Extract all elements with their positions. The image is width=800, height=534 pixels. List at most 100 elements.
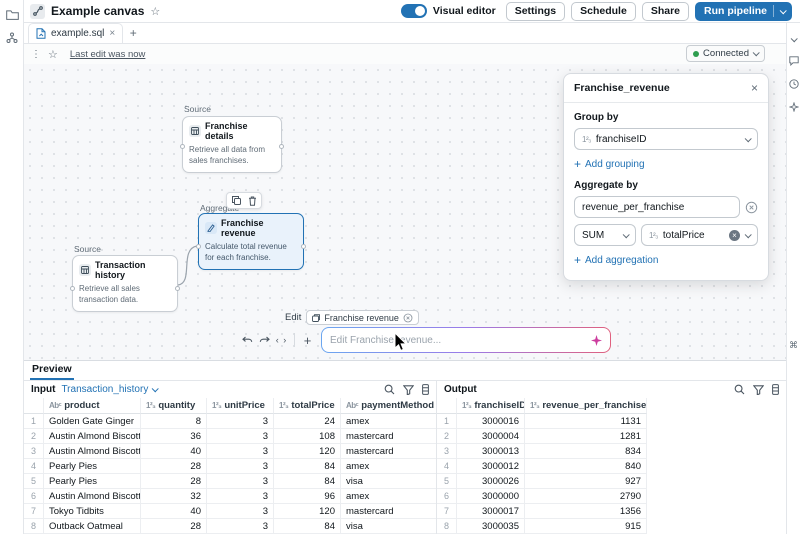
table-cell[interactable]: 96 [274, 489, 341, 504]
comments-icon[interactable] [787, 51, 800, 71]
table-cell[interactable]: 1356 [525, 504, 647, 519]
table-cell[interactable]: 3 [207, 444, 274, 459]
undo-icon[interactable] [240, 331, 255, 349]
table-cell[interactable]: Tokyo Tidbits [44, 504, 141, 519]
trash-icon[interactable] [245, 194, 259, 207]
table-cell[interactable]: Golden Gate Ginger [44, 414, 141, 429]
table-cell[interactable]: amex [341, 414, 436, 429]
table-cell[interactable]: mastercard [341, 444, 436, 459]
table-cell[interactable]: 3 [207, 429, 274, 444]
table-cell[interactable]: 915 [525, 519, 647, 534]
table-cell[interactable]: 3 [207, 489, 274, 504]
new-tab-button[interactable]: + [123, 23, 143, 43]
table-cell[interactable]: mastercard [341, 429, 436, 444]
table-cell[interactable]: 84 [274, 519, 341, 534]
file-star-icon[interactable]: ☆ [48, 48, 58, 61]
table-cell[interactable]: 3 [207, 459, 274, 474]
input-port[interactable] [196, 244, 201, 249]
table-cell[interactable]: Pearly Pies [44, 459, 141, 474]
column-header-franchiseID[interactable]: 1²₃franchiseID [457, 398, 525, 414]
table-cell[interactable]: visa [341, 519, 436, 534]
run-options-chevron-icon[interactable] [780, 7, 787, 14]
connected-status-pill[interactable]: Connected [686, 45, 765, 62]
visual-editor-toggle[interactable] [401, 4, 427, 18]
table-cell[interactable]: 3000035 [457, 519, 525, 534]
table-cell[interactable]: amex [341, 489, 436, 504]
table-cell[interactable]: Austin Almond Biscotti [44, 489, 141, 504]
output-port[interactable] [175, 286, 180, 291]
table-cell[interactable]: 3000012 [457, 459, 525, 474]
column-header-unitPrice[interactable]: 1²₃unitPrice [207, 398, 274, 414]
aggregate-name-input[interactable] [574, 196, 740, 218]
table-cell[interactable]: 3 [207, 519, 274, 534]
table-cell[interactable]: 28 [141, 519, 207, 534]
table-cell[interactable]: 3 [207, 414, 274, 429]
table-cell[interactable]: Outback Oatmeal [44, 519, 141, 534]
table-cell[interactable]: 32 [141, 489, 207, 504]
chip-remove-icon[interactable] [403, 313, 413, 323]
code-view-icon[interactable]: ‹ › [274, 331, 289, 349]
aggregate-column-select[interactable]: 1²₃ totalPrice × [641, 224, 758, 246]
pipeline-canvas[interactable]: Source Franchise details Retrieve all da… [24, 64, 786, 360]
table-cell[interactable]: 3 [207, 504, 274, 519]
table-cell[interactable]: 840 [525, 459, 647, 474]
tab-example-sql[interactable]: example.sql × [28, 23, 123, 43]
settings-button[interactable]: Settings [506, 2, 565, 21]
add-aggregation-link[interactable]: + Add aggregation [574, 254, 658, 266]
search-icon[interactable] [734, 384, 745, 395]
column-header-revenue_per_franchise[interactable]: 1²₃revenue_per_franchise [525, 398, 647, 414]
table-cell[interactable]: 3000004 [457, 429, 525, 444]
panel-close-icon[interactable]: × [751, 81, 758, 95]
share-button[interactable]: Share [642, 2, 689, 21]
output-port[interactable] [279, 144, 284, 149]
table-cell[interactable]: 28 [141, 459, 207, 474]
table-cell[interactable]: 28 [141, 474, 207, 489]
redo-icon[interactable] [257, 331, 272, 349]
table-cell[interactable]: 1281 [525, 429, 647, 444]
table-cell[interactable]: amex [341, 459, 436, 474]
column-header-product[interactable]: Abᶜproduct [44, 398, 141, 414]
schedule-button[interactable]: Schedule [571, 2, 636, 21]
output-port[interactable] [301, 244, 306, 249]
group-by-select[interactable]: 1²₃ franchiseID [574, 128, 758, 150]
add-step-button[interactable]: + [300, 331, 315, 349]
table-cell[interactable]: 40 [141, 504, 207, 519]
table-cell[interactable]: 2790 [525, 489, 647, 504]
run-pipeline-button[interactable]: Run pipeline [695, 2, 792, 21]
collapse-chevron-icon[interactable] [787, 29, 800, 49]
keyboard-shortcuts-icon[interactable]: ⌘ [787, 335, 800, 355]
table-cell[interactable]: 3000026 [457, 474, 525, 489]
table-cell[interactable]: Pearly Pies [44, 474, 141, 489]
edit-target-chip[interactable]: Franchise revenue [306, 310, 419, 325]
node-transaction-history[interactable]: Transaction history Retrieve all sales t… [72, 255, 178, 312]
table-options-icon[interactable] [772, 384, 779, 395]
folder-icon[interactable] [0, 4, 24, 26]
table-cell[interactable]: 84 [274, 459, 341, 474]
table-cell[interactable]: 84 [274, 474, 341, 489]
table-cell[interactable]: 3000017 [457, 504, 525, 519]
sparkle-icon[interactable] [591, 335, 602, 346]
table-cell[interactable]: visa [341, 474, 436, 489]
input-port[interactable] [180, 144, 185, 149]
table-cell[interactable]: 36 [141, 429, 207, 444]
table-cell[interactable]: 108 [274, 429, 341, 444]
aggregate-function-select[interactable]: SUM [574, 224, 636, 246]
node-franchise-details[interactable]: Franchise details Retrieve all data from… [182, 116, 282, 173]
table-cell[interactable]: 3000013 [457, 444, 525, 459]
table-options-icon[interactable] [422, 384, 429, 395]
add-grouping-link[interactable]: + Add grouping [574, 158, 645, 170]
table-cell[interactable]: 3000016 [457, 414, 525, 429]
remove-aggregation-icon[interactable] [745, 201, 758, 214]
last-edit-link[interactable]: Last edit was now [70, 49, 146, 60]
table-cell[interactable]: 3 [207, 474, 274, 489]
history-icon[interactable] [787, 74, 800, 94]
table-cell[interactable]: 927 [525, 474, 647, 489]
favorite-star-icon[interactable]: ☆ [150, 5, 160, 18]
table-cell[interactable]: 24 [274, 414, 341, 429]
search-icon[interactable] [384, 384, 395, 395]
table-cell[interactable]: 1131 [525, 414, 647, 429]
assistant-sparkle-icon[interactable] [787, 97, 800, 117]
table-cell[interactable]: Austin Almond Biscotti [44, 444, 141, 459]
table-cell[interactable]: 120 [274, 444, 341, 459]
input-source-dropdown[interactable]: Transaction_history [61, 384, 157, 395]
